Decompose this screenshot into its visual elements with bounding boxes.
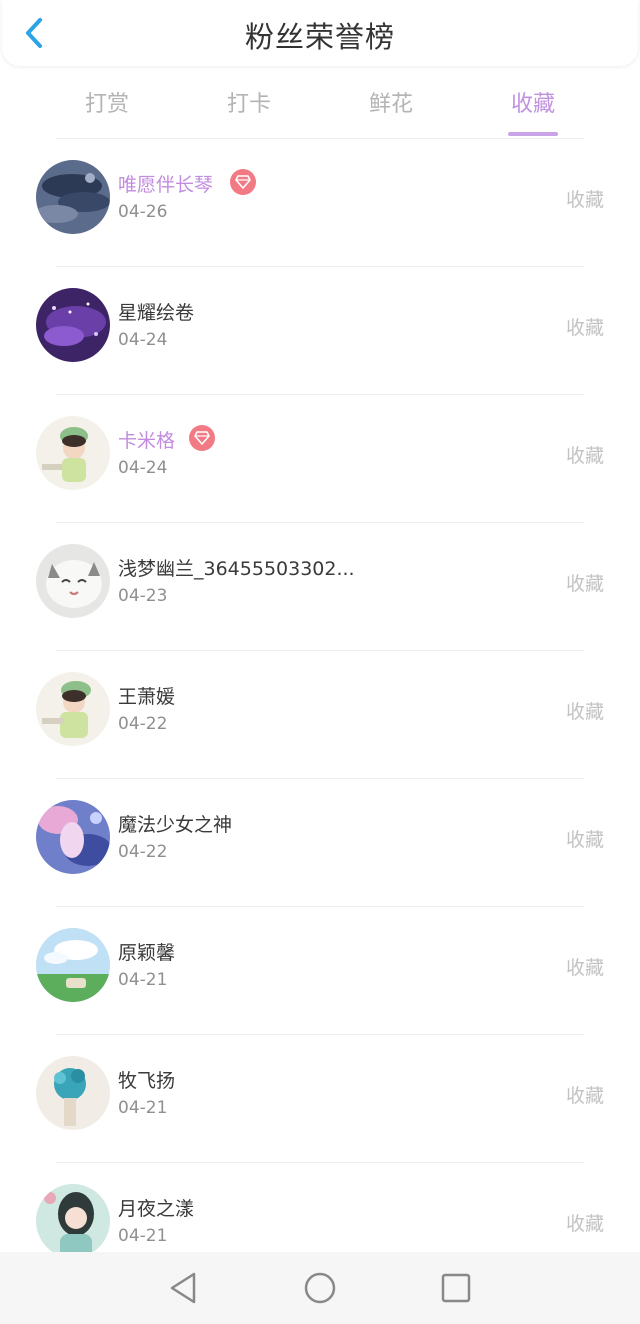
divider — [56, 138, 584, 139]
header: 粉丝荣誉榜 — [2, 0, 638, 66]
avatar[interactable] — [36, 672, 110, 746]
user-date: 04-23 — [118, 586, 168, 606]
avatar[interactable] — [36, 928, 110, 1002]
tab-xianhua[interactable]: 鲜花 — [346, 86, 436, 118]
tab-shoucang[interactable]: 收藏 — [488, 86, 578, 136]
action-label: 收藏 — [565, 445, 604, 467]
user-name: 王萧媛 — [118, 686, 176, 708]
divider — [56, 522, 584, 523]
user-date: 04-21 — [118, 970, 168, 990]
nav-home-button[interactable] — [300, 1268, 340, 1308]
user-name: 牧飞扬 — [118, 1070, 176, 1092]
back-triangle-icon — [170, 1272, 196, 1304]
list-item[interactable]: 唯愿伴长琴 04-26 收藏 — [0, 138, 640, 266]
divider — [56, 266, 584, 267]
tab-label: 打卡 — [226, 92, 271, 117]
list-item[interactable]: 卡米格 04-24 收藏 — [0, 394, 640, 522]
divider — [56, 650, 584, 651]
avatar[interactable] — [36, 1056, 110, 1130]
action-label: 收藏 — [565, 1213, 604, 1235]
action-label: 收藏 — [565, 189, 604, 211]
tab-daka[interactable]: 打卡 — [204, 86, 294, 118]
user-date: 04-24 — [118, 330, 168, 350]
avatar[interactable] — [36, 416, 110, 490]
action-label: 收藏 — [565, 1085, 604, 1107]
user-name: 唯愿伴长琴 — [118, 174, 214, 196]
list-item[interactable]: 魔法少女之神 04-22 收藏 — [0, 778, 640, 906]
fan-list: 唯愿伴长琴 04-26 收藏 星耀绘卷 04-24 收藏 卡米格 04-24 收… — [0, 138, 640, 1290]
user-name: 魔法少女之神 — [118, 814, 233, 836]
active-tab-indicator — [508, 132, 558, 136]
page-title: 粉丝荣誉榜 — [244, 20, 395, 54]
user-name: 浅梦幽兰_36455503302... — [118, 558, 355, 580]
list-item[interactable]: 王萧媛 04-22 收藏 — [0, 650, 640, 778]
avatar[interactable] — [36, 288, 110, 362]
action-label: 收藏 — [565, 829, 604, 851]
list-item[interactable]: 牧飞扬 04-21 收藏 — [0, 1034, 640, 1162]
nav-recents-button[interactable] — [436, 1268, 476, 1308]
avatar[interactable] — [36, 160, 110, 234]
avatar[interactable] — [36, 544, 110, 618]
list-item[interactable]: 原颖馨 04-21 收藏 — [0, 906, 640, 1034]
tab-label: 打赏 — [84, 92, 129, 117]
home-circle-icon — [304, 1272, 336, 1304]
user-date: 04-21 — [118, 1098, 168, 1118]
action-label: 收藏 — [565, 957, 604, 979]
action-label: 收藏 — [565, 573, 604, 595]
action-label: 收藏 — [565, 701, 604, 723]
user-name: 星耀绘卷 — [118, 302, 195, 324]
recents-square-icon — [441, 1273, 471, 1303]
tab-label: 收藏 — [510, 92, 555, 117]
tab-label: 鲜花 — [368, 92, 413, 117]
action-label: 收藏 — [565, 317, 604, 339]
user-date: 04-26 — [118, 202, 168, 222]
user-name: 原颖馨 — [118, 942, 176, 964]
user-date: 04-22 — [118, 842, 168, 862]
avatar[interactable] — [36, 800, 110, 874]
avatar[interactable] — [36, 1184, 110, 1258]
divider — [56, 1034, 584, 1035]
divider — [56, 906, 584, 907]
divider — [56, 394, 584, 395]
user-date: 04-21 — [118, 1226, 168, 1246]
diamond-icon — [230, 169, 256, 195]
divider — [56, 778, 584, 779]
user-name: 月夜之漾 — [118, 1198, 195, 1220]
diamond-icon — [189, 425, 215, 451]
system-nav-bar — [0, 1252, 640, 1324]
tab-dashang[interactable]: 打赏 — [62, 86, 152, 118]
list-item[interactable]: 星耀绘卷 04-24 收藏 — [0, 266, 640, 394]
user-date: 04-24 — [118, 458, 168, 478]
tab-bar: 打赏 打卡 鲜花 收藏 — [0, 80, 640, 136]
user-date: 04-22 — [118, 714, 168, 734]
divider — [56, 1162, 584, 1163]
list-item[interactable]: 浅梦幽兰_36455503302... 04-23 收藏 — [0, 522, 640, 650]
nav-back-button[interactable] — [164, 1268, 204, 1308]
user-name: 卡米格 — [118, 430, 176, 452]
